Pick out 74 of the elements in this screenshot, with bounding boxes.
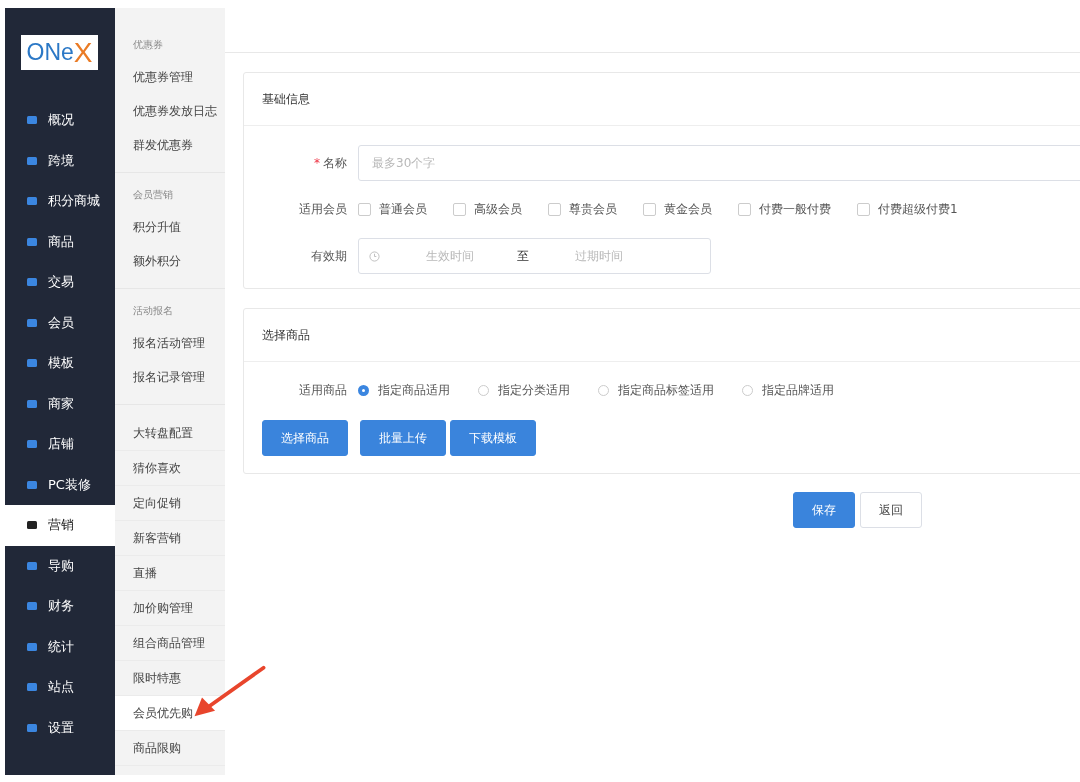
submenu-item[interactable]: 优惠券发放日志 (115, 94, 225, 128)
submenu-item[interactable]: 会员优先购 (115, 696, 225, 731)
checkbox[interactable] (738, 203, 751, 216)
submenu-item[interactable]: 加价购管理 (115, 591, 225, 626)
submenu-item[interactable]: 大转盘配置 (115, 416, 225, 451)
checkbox[interactable] (857, 203, 870, 216)
submenu-item[interactable]: 组合商品管理 (115, 626, 225, 661)
nav-item[interactable]: 商品 (5, 221, 115, 262)
submenu-item[interactable]: 直播 (115, 556, 225, 591)
radio-button[interactable] (742, 385, 753, 396)
checkbox-label: 高级会员 (474, 201, 522, 218)
checkbox-label: 普通会员 (379, 201, 427, 218)
start-placeholder: 生效时间 (426, 247, 474, 265)
field-label: 适用商品 (299, 383, 347, 397)
radio-label: 指定商品标签适用 (618, 382, 714, 399)
checkbox[interactable] (548, 203, 561, 216)
checkbox[interactable] (358, 203, 371, 216)
field-label: 名称 (323, 155, 347, 170)
checkbox-label: 尊贵会员 (569, 201, 617, 218)
nav-item[interactable]: 导购 (5, 545, 115, 586)
submenu-item[interactable]: 猜你喜欢 (115, 451, 225, 486)
submenu-item[interactable]: 报名记录管理 (115, 360, 225, 394)
required-mark: * (314, 155, 320, 170)
range-separator: 至 (517, 247, 529, 265)
submenu-item[interactable]: 新客营销 (115, 521, 225, 556)
submenu-item[interactable]: 报名活动管理 (115, 326, 225, 360)
submenu-item[interactable]: 群发优惠券 (115, 128, 225, 162)
action-button[interactable]: 下载模板 (450, 420, 536, 456)
nav-item[interactable]: 跨境 (5, 140, 115, 181)
save-button[interactable]: 保存 (793, 492, 855, 528)
submenu-item[interactable]: 定向促销 (115, 486, 225, 521)
field-label: 适用会员 (299, 202, 347, 216)
date-range-field[interactable]: 生效时间 至 过期时间 (358, 238, 711, 274)
action-button[interactable]: 批量上传 (360, 420, 446, 456)
logo-text: ONe (26, 39, 74, 66)
checkbox-label: 付费超级付费1 (878, 201, 958, 218)
nav-item[interactable]: 概况 (5, 100, 115, 141)
clock-icon (369, 250, 380, 262)
card-title: 选择商品 (244, 309, 1080, 362)
radio-button[interactable] (598, 385, 609, 396)
nav-item[interactable]: 财务 (5, 586, 115, 627)
name-input[interactable]: 最多30个字 (358, 145, 1080, 181)
menu-heading: 优惠券 (132, 38, 164, 52)
nav-item[interactable]: 积分商城 (5, 181, 115, 222)
submenu-item[interactable]: 优惠券管理 (115, 60, 225, 94)
nav-item[interactable]: 统计 (5, 626, 115, 667)
nav-item[interactable]: 商家 (5, 383, 115, 424)
submenu-item[interactable]: 额外积分 (115, 244, 225, 278)
checkbox[interactable] (643, 203, 656, 216)
radio-button[interactable] (358, 385, 369, 396)
radio-button[interactable] (478, 385, 489, 396)
checkbox-label: 付费一般付费 (759, 201, 831, 218)
menu-heading: 活动报名 (132, 304, 174, 318)
checkbox-label: 黄金会员 (664, 201, 712, 218)
logo-text: X (73, 36, 93, 69)
action-button[interactable]: 选择商品 (262, 420, 348, 456)
nav-item[interactable]: 店铺 (5, 424, 115, 465)
radio-label: 指定品牌适用 (762, 382, 834, 399)
nav-item[interactable]: PC装修 (5, 464, 115, 505)
nav-item[interactable]: 设置 (5, 707, 115, 748)
end-placeholder: 过期时间 (575, 247, 623, 265)
nav-item[interactable]: 交易 (5, 262, 115, 303)
back-button[interactable]: 返回 (860, 492, 922, 528)
nav-item[interactable]: 会员 (5, 302, 115, 343)
card-title: 基础信息 (244, 73, 1080, 126)
nav-item[interactable]: 站点 (5, 667, 115, 708)
radio-label: 指定商品适用 (378, 382, 450, 399)
nav-item[interactable]: 模板 (5, 343, 115, 384)
menu-heading: 会员营销 (132, 188, 174, 202)
field-label: 有效期 (311, 248, 347, 263)
checkbox[interactable] (453, 203, 466, 216)
submenu-item[interactable]: 商品限购 (115, 731, 225, 766)
radio-label: 指定分类适用 (498, 382, 570, 399)
submenu-item[interactable]: 积分升值 (115, 210, 225, 244)
